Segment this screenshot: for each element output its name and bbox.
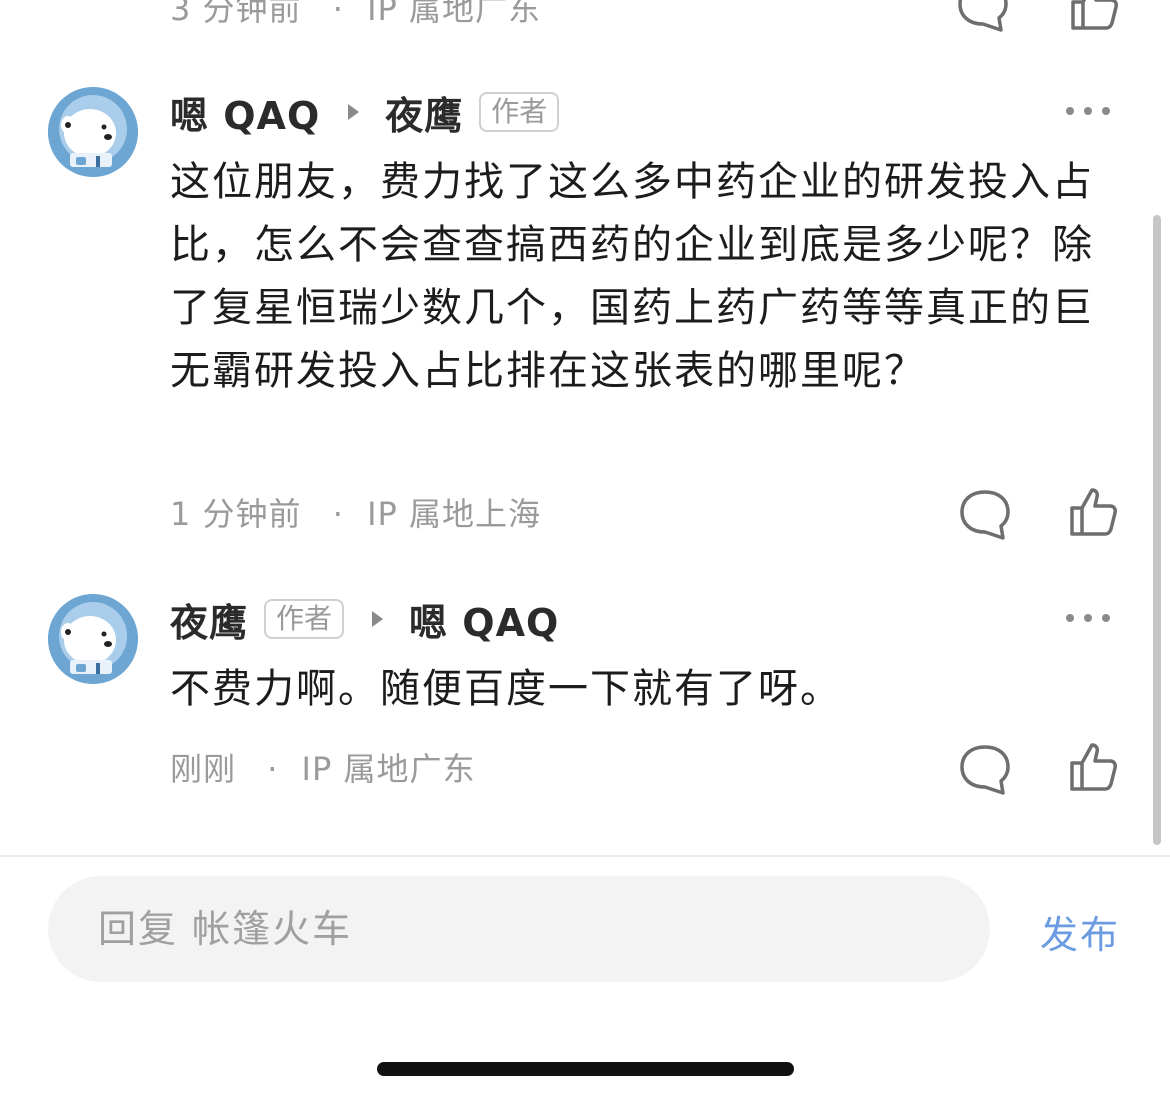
author-name[interactable]: 嗯 QAQ — [170, 85, 320, 140]
author-badge: 作者 — [264, 599, 345, 639]
thumbs-up-icon[interactable] — [1064, 739, 1120, 795]
avatar[interactable] — [48, 594, 138, 684]
scrollbar[interactable] — [1153, 215, 1161, 845]
comment-thread-screen: 3 分钟前 · IP 属地广东 嗯 QAQ 夜鹰 作者 这位朋友，费力找了这么多… — [0, 0, 1170, 1101]
reply-to-name[interactable]: 嗯 QAQ — [409, 592, 559, 647]
previous-comment-meta: 3 分钟前 · IP 属地广东 — [170, 0, 541, 30]
meta-separator: · — [267, 750, 279, 788]
comment-bubble-icon[interactable] — [955, 0, 1011, 34]
reply-to-name[interactable]: 夜鹰 — [385, 85, 463, 140]
comment-time: 刚刚 — [170, 750, 237, 788]
previous-comment-location: IP 属地广东 — [367, 0, 541, 28]
comment-bubble-icon[interactable] — [957, 486, 1013, 542]
comment-location: IP 属地广东 — [301, 750, 476, 788]
thumbs-up-icon[interactable] — [1064, 484, 1120, 540]
reply-arrow-icon — [372, 611, 384, 627]
home-indicator[interactable] — [377, 1062, 794, 1076]
reply-bar-divider — [0, 855, 1170, 857]
comment-bubble-icon[interactable] — [957, 741, 1013, 797]
avatar[interactable] — [48, 87, 138, 177]
author-badge: 作者 — [479, 92, 560, 132]
author-name[interactable]: 夜鹰 — [170, 592, 248, 647]
thumbs-up-icon[interactable] — [1065, 0, 1121, 34]
meta-separator: · — [332, 495, 344, 533]
reply-input[interactable] — [48, 876, 990, 982]
polar-bear-astronaut-icon — [48, 87, 138, 177]
comment-location: IP 属地上海 — [367, 495, 541, 533]
comment-header: 嗯 QAQ 夜鹰 作者 — [170, 85, 560, 140]
previous-comment-time: 3 分钟前 — [170, 0, 302, 28]
polar-bear-astronaut-icon — [48, 594, 138, 684]
meta-separator: · — [332, 0, 344, 28]
previous-comment-actions — [955, 0, 1121, 34]
comment-header: 夜鹰 作者 嗯 QAQ — [170, 592, 559, 647]
publish-button[interactable]: 发布 — [1040, 904, 1120, 959]
comment-text: 这位朋友，费力找了这么多中药企业的研发投入占比，怎么不会查查搞西药的企业到底是多… — [170, 159, 1094, 394]
comment-meta: 1 分钟前 · IP 属地上海 — [170, 489, 541, 535]
reply-arrow-icon — [348, 104, 360, 120]
more-dots-icon[interactable] — [1066, 614, 1110, 622]
comment-text: 不费力啊。随便百度一下就有了呀。 — [170, 666, 842, 712]
comment-meta: 刚刚 · IP 属地广东 — [170, 744, 475, 790]
comment-time: 1 分钟前 — [170, 495, 302, 533]
more-dots-icon[interactable] — [1066, 107, 1110, 115]
